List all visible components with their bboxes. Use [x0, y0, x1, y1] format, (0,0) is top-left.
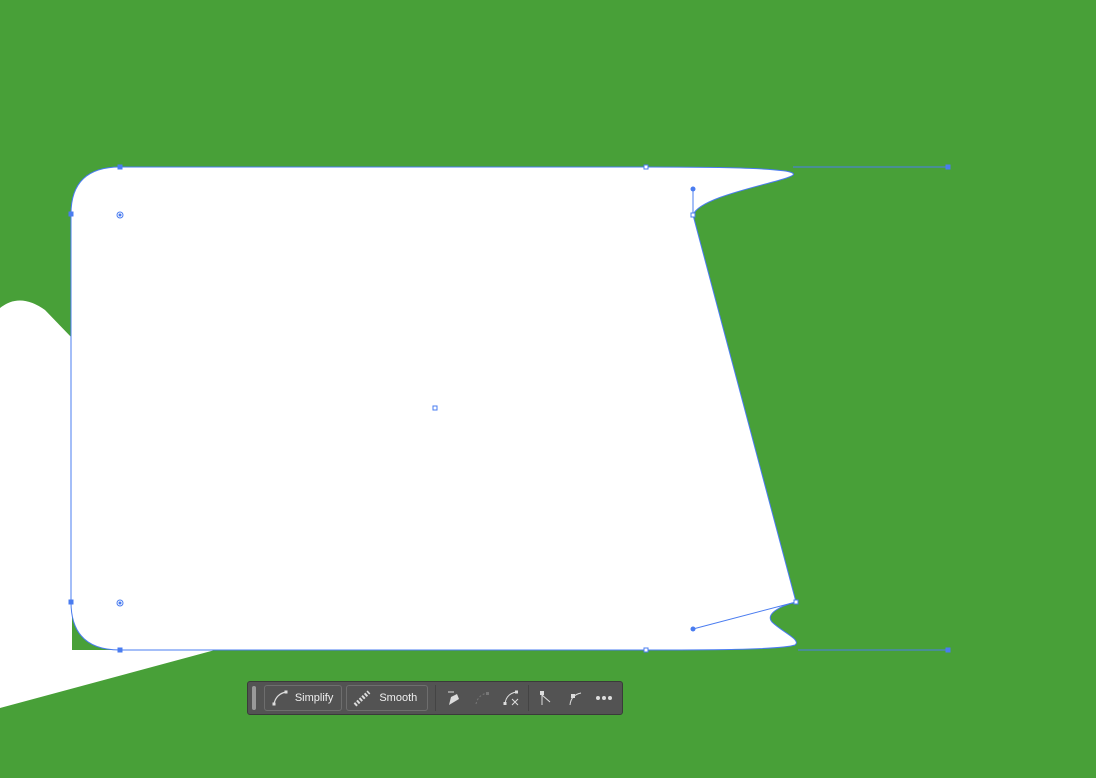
smooth-icon — [353, 690, 371, 707]
simplify-button[interactable]: Simplify — [263, 685, 343, 711]
artboard-canvas[interactable] — [0, 0, 1096, 778]
divider — [528, 685, 530, 711]
contextual-taskbar: Simplify Smooth — [247, 681, 623, 715]
more-icon[interactable] — [589, 685, 618, 711]
smooth-button[interactable]: Smooth — [346, 685, 429, 711]
simplify-icon — [272, 690, 288, 706]
cut-path-icon[interactable] — [496, 685, 525, 711]
drag-handle[interactable] — [252, 686, 256, 710]
pen-icon[interactable] — [439, 685, 468, 711]
corner-anchor-icon[interactable] — [532, 685, 561, 711]
smooth-anchor-icon[interactable] — [561, 685, 590, 711]
simplify-label: Simplify — [294, 692, 334, 704]
smooth-label: Smooth — [379, 692, 418, 704]
divider — [435, 685, 437, 711]
connect-paths-icon[interactable] — [468, 685, 497, 711]
